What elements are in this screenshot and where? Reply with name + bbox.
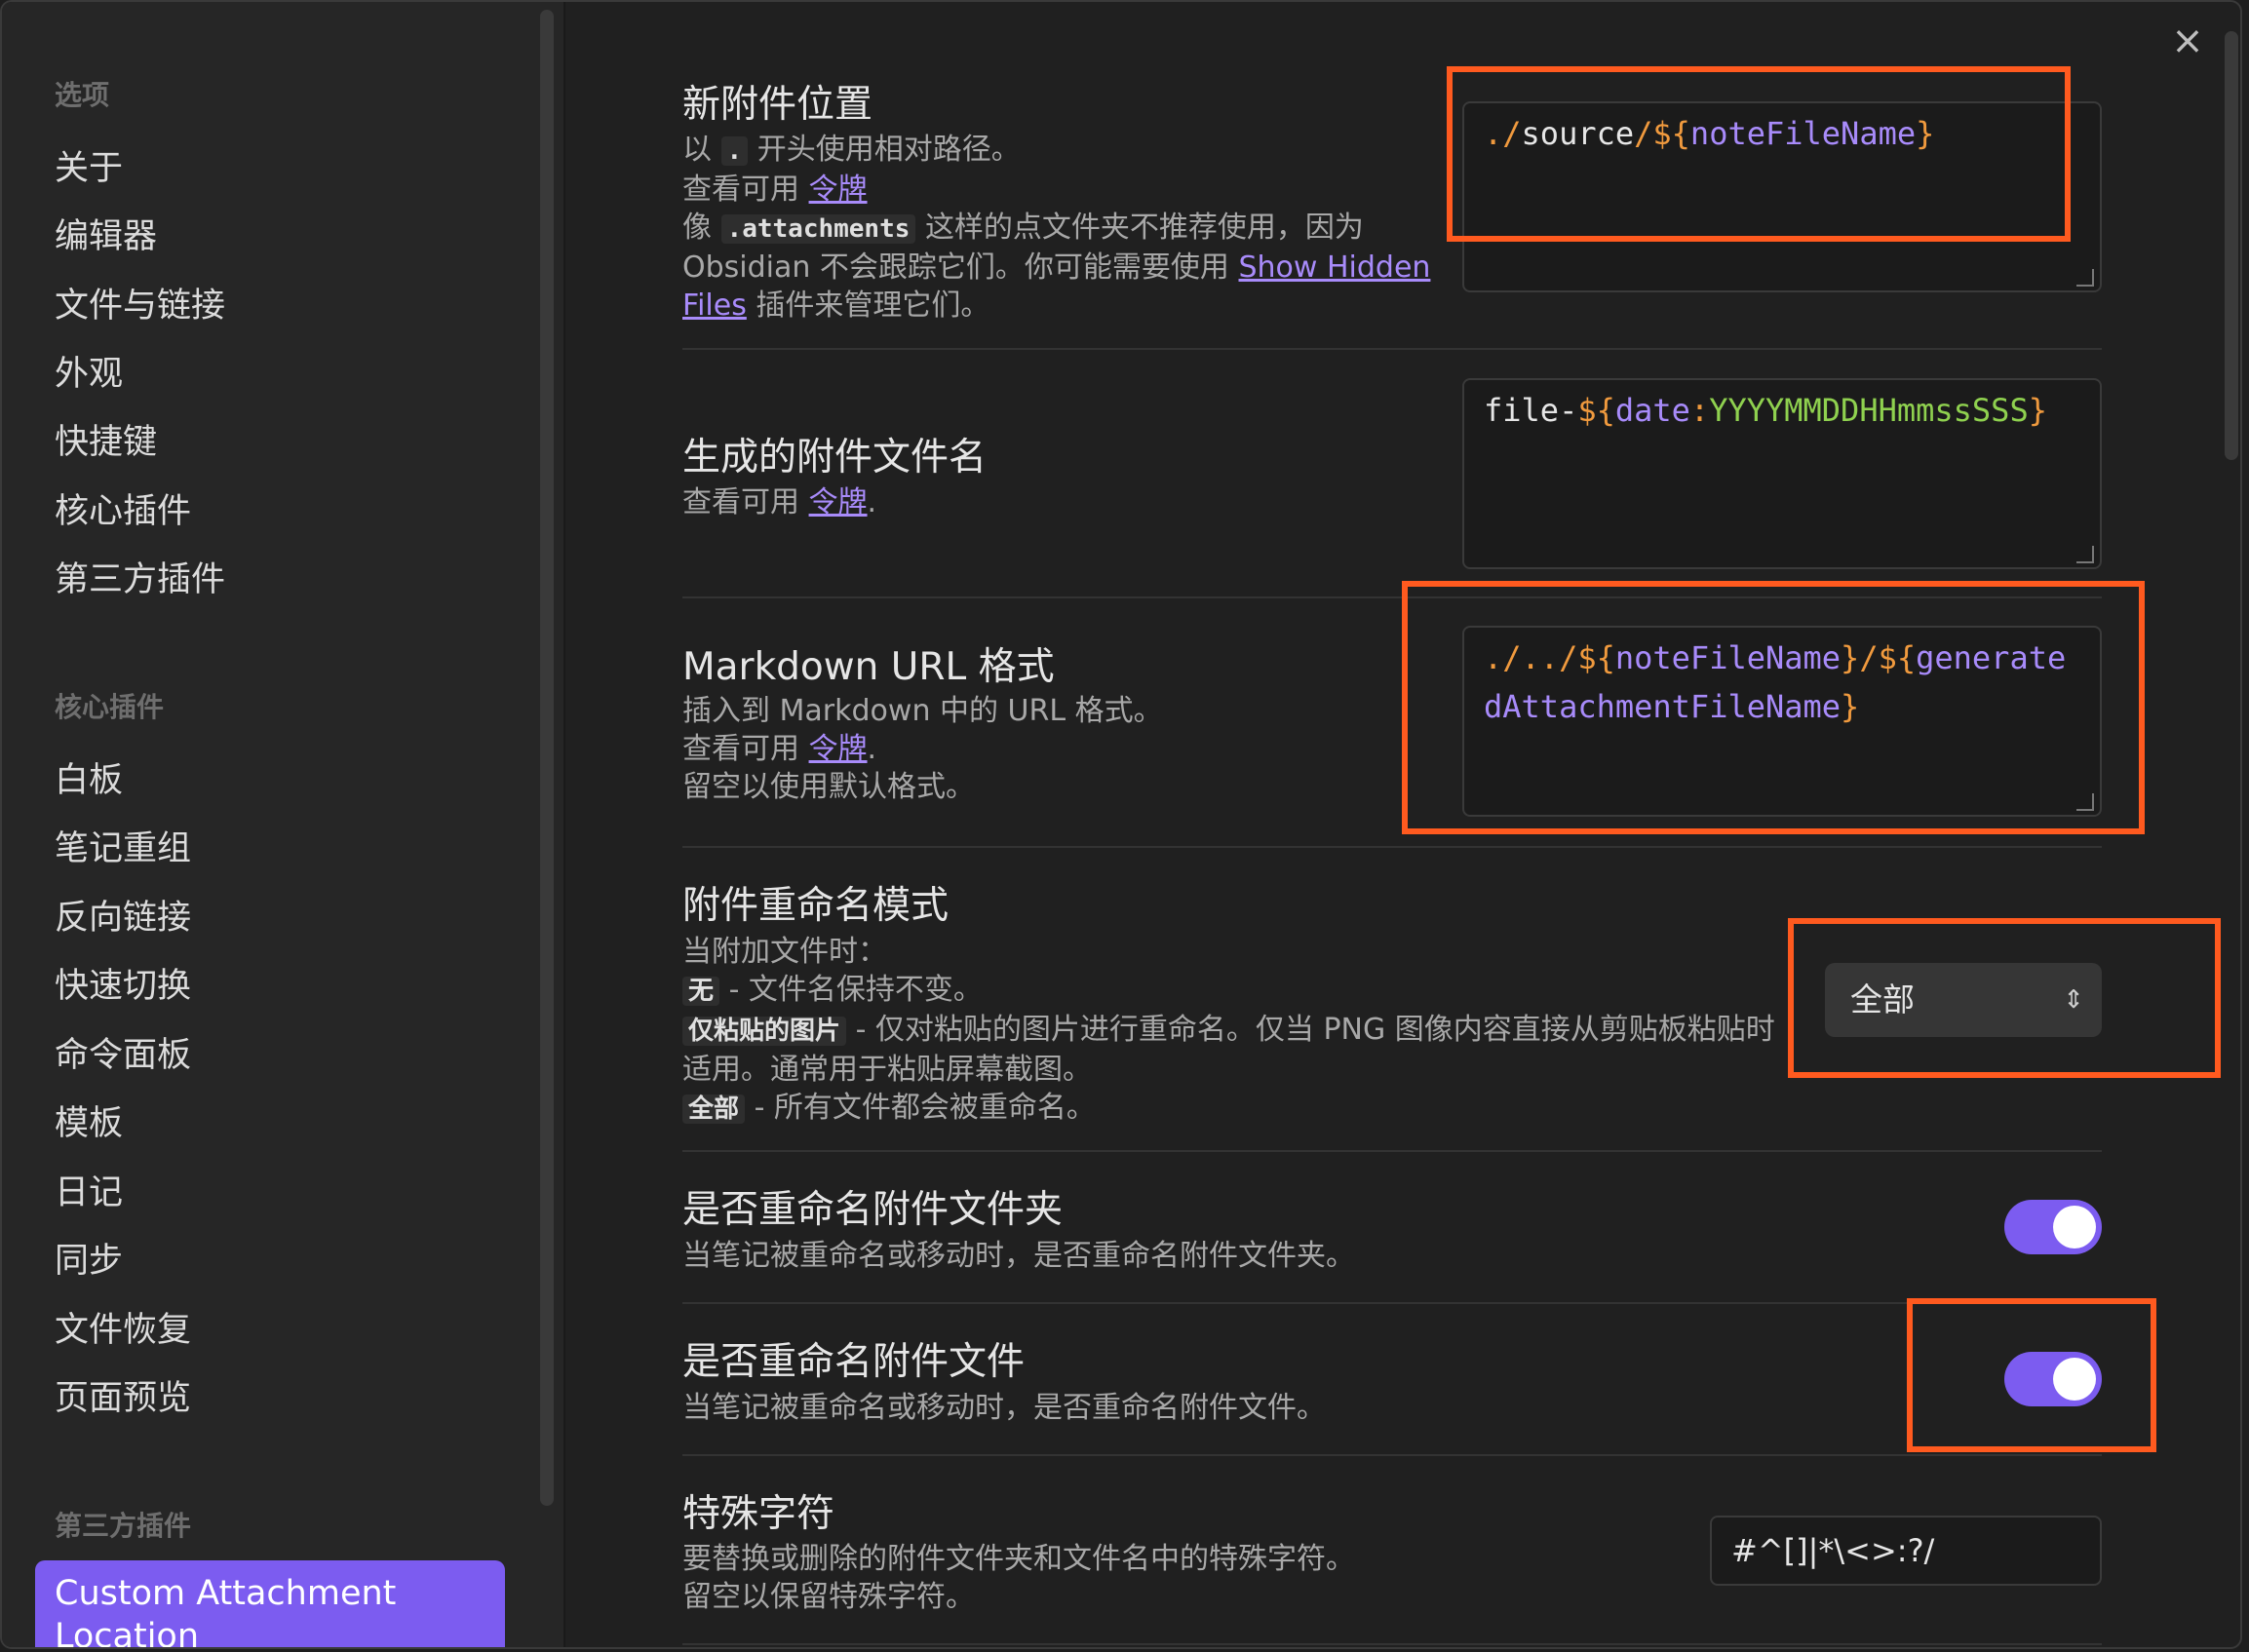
toggle-knob	[2053, 1206, 2096, 1249]
textarea-value: file-${date:YYYYMMDDHHmmssSSS}	[1484, 392, 2047, 429]
token: noteFileName	[1614, 639, 1842, 676]
sidebar-item-files-links[interactable]: 文件与链接	[55, 278, 225, 327]
settings-window: 选项 关于 编辑器 文件与链接 外观 快捷键 核心插件 第三方插件 核心插件 白…	[0, 0, 2242, 1649]
toggle-knob	[2053, 1358, 2096, 1401]
sidebar-item-daily-notes[interactable]: 日记	[55, 1165, 123, 1214]
sidebar-item-page-preview[interactable]: 页面预览	[55, 1370, 191, 1420]
token: ${	[1878, 639, 1917, 676]
token: ${	[1577, 639, 1615, 676]
sidebar-section-core: 核心插件	[55, 691, 165, 723]
sidebar-item-sync[interactable]: 同步	[55, 1233, 123, 1283]
token: ./../	[1484, 639, 1578, 676]
sidebar-section-community: 第三方插件	[55, 1510, 192, 1542]
divider	[682, 1454, 2102, 1456]
location-textarea[interactable]: ./source/${noteFileName}	[1462, 101, 2102, 292]
sidebar-item-backlinks[interactable]: 反向链接	[55, 890, 191, 940]
resize-grip-icon[interactable]	[2076, 269, 2094, 287]
rename-folder-toggle[interactable]	[2004, 1200, 2102, 1254]
token: file-	[1484, 392, 1578, 429]
token: /	[1859, 639, 1879, 676]
token: YYYYMMDDHHmmssSSS	[1709, 392, 2029, 429]
textarea-value: ./../${noteFileName}/${generatedAttachme…	[1484, 639, 2066, 725]
sidebar-section-options: 选项	[55, 79, 110, 111]
token: /	[1634, 115, 1653, 152]
sidebar-item-appearance[interactable]: 外观	[55, 346, 123, 396]
token: date	[1614, 392, 1690, 429]
token: source	[1521, 115, 1635, 152]
token: :	[1689, 392, 1710, 429]
sidebar-scrollbar[interactable]	[540, 10, 554, 1506]
resize-grip-icon[interactable]	[2076, 793, 2094, 811]
content-scrollbar[interactable]	[2225, 31, 2238, 460]
setting-markdown-url-title: Markdown URL 格式	[682, 645, 1055, 689]
setting-rename-mode-title: 附件重命名模式	[682, 884, 950, 928]
tokens-link[interactable]: 令牌	[809, 485, 868, 519]
setting-special-chars-desc: 要替换或删除的附件文件夹和文件名中的特殊字符。 留空以保留特殊字符。	[682, 1542, 1355, 1614]
token: noteFileName	[1689, 115, 1917, 152]
token: ${	[1652, 115, 1690, 152]
rename-mode-dropdown[interactable]: 全部 ⇕	[1825, 963, 2102, 1037]
sidebar-item-hotkeys[interactable]: 快捷键	[55, 414, 157, 464]
setting-rename-folder-title: 是否重命名附件文件夹	[682, 1188, 1064, 1232]
token: }	[1841, 639, 1860, 676]
setting-rename-file-desc: 当笔记被重命名或移动时，是否重命名附件文件。	[682, 1391, 1326, 1425]
divider	[682, 1643, 2102, 1645]
sidebar-item-command-palette[interactable]: 命令面板	[55, 1027, 191, 1077]
filename-textarea[interactable]: file-${date:YYYYMMDDHHmmssSSS}	[1462, 378, 2102, 569]
token: }	[2028, 392, 2047, 429]
setting-rename-folder-desc: 当笔记被重命名或移动时，是否重命名附件文件夹。	[682, 1239, 1355, 1273]
sidebar-item-about[interactable]: 关于	[55, 140, 123, 190]
tokens-link[interactable]: 令牌	[809, 173, 868, 207]
sidebar-item-quick-switcher[interactable]: 快速切换	[55, 958, 191, 1008]
sidebar-item-canvas[interactable]: 白板	[55, 752, 123, 802]
sidebar-item-note-composer[interactable]: 笔记重组	[55, 821, 191, 870]
setting-rename-mode-desc: 当附加文件时： 无 - 文件名保持不变。 仅粘贴的图片 - 仅对粘贴的图片进行重…	[682, 935, 1775, 1125]
token: }	[1916, 115, 1935, 152]
divider	[682, 1150, 2102, 1152]
chevron-up-down-icon: ⇕	[2063, 985, 2084, 1015]
sidebar-divider	[563, 2, 565, 1647]
sidebar-item-community-plugins[interactable]: 第三方插件	[55, 552, 225, 601]
divider	[682, 348, 2102, 350]
divider	[682, 596, 2102, 598]
resize-grip-icon[interactable]	[2076, 546, 2094, 563]
setting-special-chars-title: 特殊字符	[682, 1492, 835, 1536]
token: }	[1841, 688, 1860, 725]
setting-rename-file-title: 是否重命名附件文件	[682, 1340, 1026, 1384]
show-hidden-files-link[interactable]: Show Hidden	[1238, 250, 1430, 285]
textarea-value: ./source/${noteFileName}	[1484, 115, 1934, 152]
setting-filename-title: 生成的附件文件名	[682, 436, 988, 480]
rename-file-toggle[interactable]	[2004, 1352, 2102, 1406]
tokens-link[interactable]: 令牌	[809, 732, 868, 766]
sidebar-item-custom-attachment-location[interactable]: Custom Attachment Location	[35, 1560, 505, 1647]
divider	[682, 1302, 2102, 1304]
sidebar-item-core-plugins[interactable]: 核心插件	[55, 483, 191, 533]
settings-sidebar: 选项 关于 编辑器 文件与链接 外观 快捷键 核心插件 第三方插件 核心插件 白…	[2, 2, 563, 1647]
rename-mode-selected: 全部	[1850, 980, 1915, 1018]
token: ${	[1577, 392, 1615, 429]
sidebar-item-editor[interactable]: 编辑器	[55, 209, 157, 258]
setting-location-title: 新附件位置	[682, 83, 873, 127]
sidebar-item-templates[interactable]: 模板	[55, 1095, 123, 1145]
token: ./	[1484, 115, 1522, 152]
special-chars-input[interactable]: #^[]|*\<>:?/	[1710, 1516, 2102, 1586]
sidebar-item-file-recovery[interactable]: 文件恢复	[55, 1302, 191, 1352]
divider	[682, 846, 2102, 848]
close-icon[interactable]: ×	[2166, 19, 2209, 62]
setting-location-desc: 以 . 开头使用相对路径。 查看可用 令牌 像 .attachments 这样的…	[682, 133, 1431, 323]
setting-markdown-url-desc: 插入到 Markdown 中的 URL 格式。 查看可用 令牌. 留空以使用默认…	[682, 694, 1163, 804]
markdown-url-textarea[interactable]: ./../${noteFileName}/${generatedAttachme…	[1462, 626, 2102, 817]
show-hidden-files-link-cont[interactable]: Files	[682, 288, 747, 323]
setting-filename-desc: 查看可用 令牌.	[682, 485, 877, 519]
